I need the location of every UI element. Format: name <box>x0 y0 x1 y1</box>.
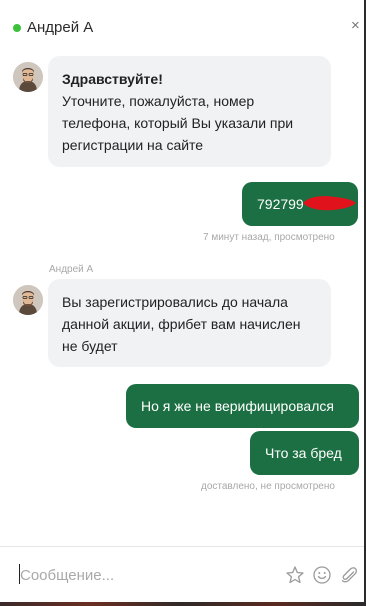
agent-name: Андрей А <box>27 19 94 36</box>
sender-name: Андрей А <box>49 264 94 275</box>
background-edge <box>0 602 366 606</box>
agent-avatar <box>13 285 43 315</box>
chat-header: Андрей А × <box>0 0 364 52</box>
incoming-message: Здравствуйте! Уточните, пожалуйста, номе… <box>48 56 331 167</box>
chat-window: Андрей А × Здравствуйте! Уточните, пожал… <box>0 0 364 602</box>
star-icon[interactable] <box>285 565 305 585</box>
online-status-dot <box>13 24 21 32</box>
close-button[interactable]: × <box>351 18 360 34</box>
avatar-image <box>13 285 43 315</box>
outgoing-message: Но я же не верифицировался <box>126 384 359 428</box>
agent-avatar <box>13 62 43 92</box>
incoming-message: Вы зарегистрировались до начала данной а… <box>48 279 331 367</box>
message-composer <box>0 546 364 602</box>
message-status: 7 минут назад, просмотрено <box>203 232 335 243</box>
message-text: Вы зарегистрировались до начала данной а… <box>62 294 301 354</box>
redaction-mark <box>303 196 356 211</box>
outgoing-message: Что за бред <box>250 431 359 475</box>
message-text: Уточните, пожалуйста, номер телефона, ко… <box>62 93 294 153</box>
message-title: Здравствуйте! <box>62 71 163 87</box>
message-text: Но я же не верифицировался <box>141 398 334 414</box>
emoji-icon[interactable] <box>312 565 332 585</box>
message-text: 792799 <box>257 196 304 212</box>
attach-icon[interactable] <box>339 565 359 585</box>
message-text: Что за бред <box>265 445 342 461</box>
message-input[interactable] <box>20 564 270 586</box>
avatar-image <box>13 62 43 92</box>
message-status: доставлено, не просмотрено <box>201 481 335 492</box>
